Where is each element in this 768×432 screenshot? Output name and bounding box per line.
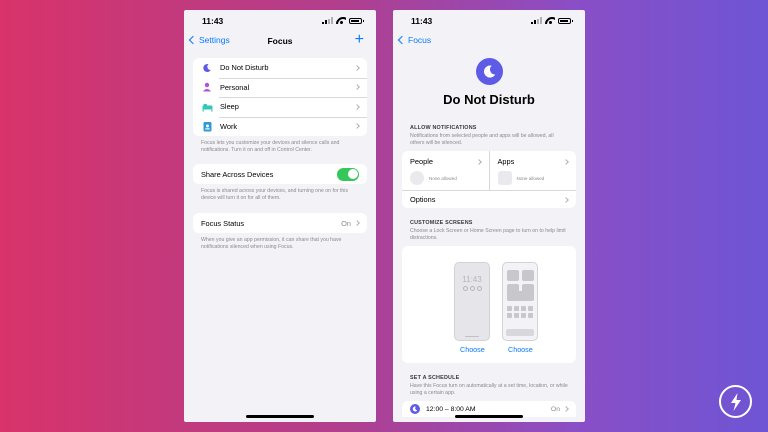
share-group: Share Across Devices [193,164,367,185]
allow-notifications-header: ALLOW NOTIFICATIONS [410,125,477,131]
battery-icon [558,17,573,24]
wifi-icon [336,17,346,24]
badge-icon [201,120,213,132]
status-bar: 11:43 [184,10,376,32]
bed-icon [201,101,213,113]
focus-mode-personal[interactable]: Personal [193,77,367,98]
home-indicator[interactable] [246,415,314,418]
choose-lock-screen-button[interactable]: Choose [460,345,485,354]
share-across-devices-toggle[interactable] [337,167,359,181]
focus-mode-sleep[interactable]: Sleep [193,97,367,117]
moon-icon [475,58,503,85]
chevron-right-icon [354,123,360,130]
apps-section[interactable]: Apps None allowed [488,151,577,191]
cellular-signal-icon [322,17,333,24]
battery-icon [349,17,364,24]
app-placeholder-icon [497,171,512,186]
lock-screen-preview[interactable]: 11:43 [454,262,490,342]
focus-status-row[interactable]: Focus Status On [193,213,367,233]
person-icon [201,81,213,93]
focus-mode-do-not-disturb[interactable]: Do Not Disturb [193,58,367,78]
focus-settings-screen: 11:43 Settings Focus + Do Not Disturb Pe… [184,10,376,422]
allow-notifications-card: People None allowed Apps None allowed Op… [402,151,577,209]
focus-title: Do Not Disturb [443,92,535,107]
share-footer: Focus is shared across your devices, and… [201,188,349,202]
set-schedule-description: Have this Focus turn on automatically at… [410,383,568,397]
share-across-devices-row: Share Across Devices [193,164,367,184]
allow-notifications-description: Notifications from selected people and a… [410,133,554,147]
chevron-right-icon [354,64,360,71]
cellular-signal-icon [531,17,542,24]
add-focus-button[interactable]: + [355,32,364,48]
moon-icon [201,62,213,74]
status-time: 11:43 [202,16,224,26]
chevron-right-icon [354,84,360,91]
lightning-bolt-logo-icon [719,385,752,418]
chevron-right-icon [354,220,360,226]
page-title: Focus [267,36,293,46]
wifi-icon [545,17,555,24]
home-screen-preview[interactable] [502,262,538,342]
back-button-focus[interactable]: Focus [397,35,431,45]
do-not-disturb-screen: 11:43 Focus Do Not Disturb ALLOW NOTIFIC… [393,10,585,422]
chevron-right-icon [475,158,482,165]
chevron-right-icon [563,158,569,165]
chevron-right-icon [354,103,360,110]
chevron-right-icon [563,196,569,203]
chevron-left-icon [397,35,407,45]
nav-bar: Settings Focus + [184,32,376,52]
focus-status-group: Focus Status On [193,213,367,234]
status-bar: 11:43 [393,10,585,32]
moon-icon [410,404,420,415]
status-time: 11:43 [411,16,433,26]
chevron-right-icon [563,406,569,412]
status-footer: When you give an app permission, it can … [201,237,342,251]
modes-footer: Focus lets you customize your devices an… [201,140,340,154]
home-indicator[interactable] [455,415,523,418]
people-section[interactable]: People None allowed [402,151,489,190]
focus-modes-list: Do Not Disturb Personal Sleep Work [193,58,367,136]
focus-mode-work[interactable]: Work [193,116,367,137]
set-schedule-header: SET A SCHEDULE [410,375,460,382]
person-placeholder-icon [410,171,424,186]
options-row[interactable]: Options [402,190,576,208]
nav-bar: Focus [393,32,585,52]
focus-status-value: On [341,218,351,228]
choose-home-screen-button[interactable]: Choose [508,345,533,354]
customize-screens-description: Choose a Lock Screen or Home Screen page… [410,228,566,242]
customize-screens-card: 11:43 Choose Choose [402,246,576,364]
customize-screens-header: CUSTOMIZE SCREENS [410,220,473,227]
